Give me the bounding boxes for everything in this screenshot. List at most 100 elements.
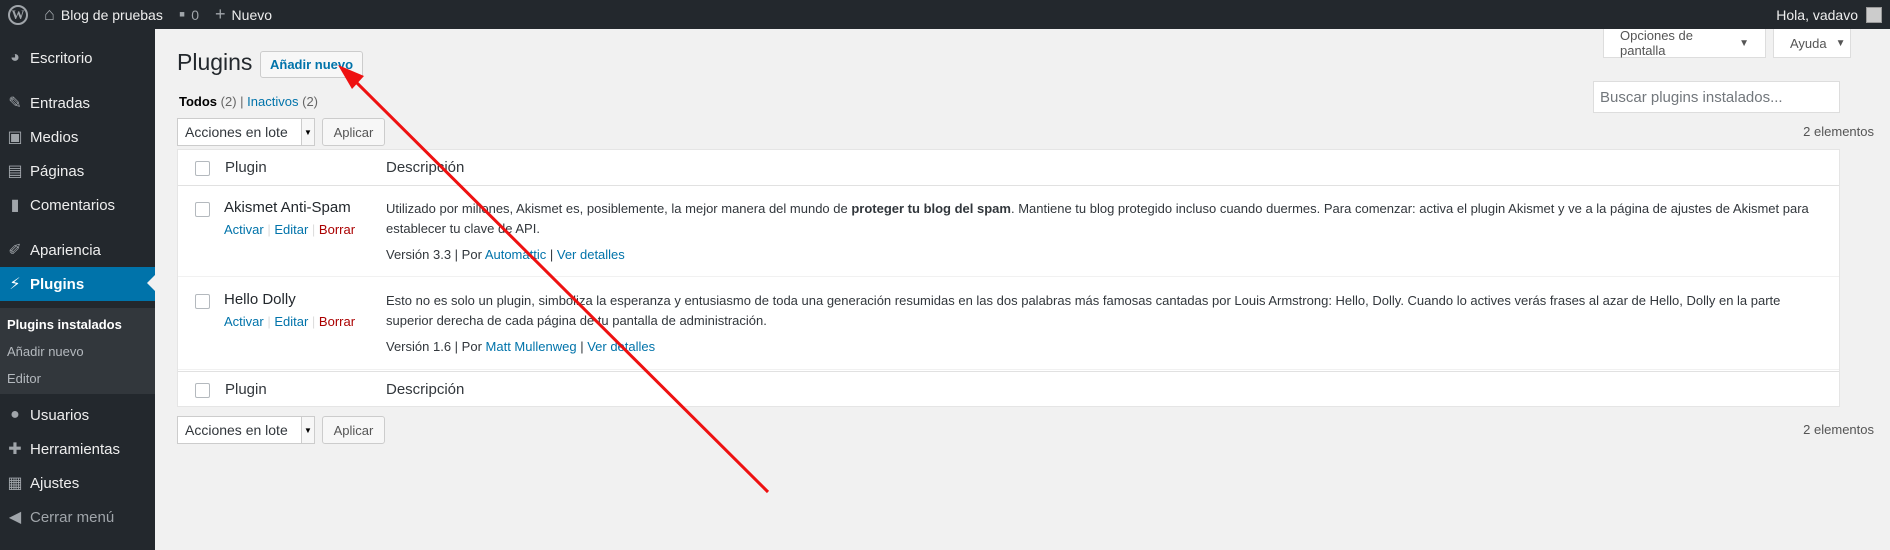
bulk-actions-select-bottom[interactable]: Acciones en lote ▼: [177, 416, 315, 444]
row-checkbox[interactable]: [195, 294, 210, 309]
plugins-submenu: Plugins instalados Añadir nuevo Editor: [0, 308, 155, 394]
comment-icon: ▮: [10, 197, 20, 214]
submenu-editor[interactable]: Editor: [7, 371, 41, 386]
select-arrow-icon: ▼: [301, 417, 314, 443]
plugin-description: Utilizado por millones, Akismet es, posi…: [386, 199, 1826, 239]
search-plugins-input[interactable]: Buscar plugins instalados...: [1593, 81, 1840, 113]
collapse-menu-label: Cerrar menú: [30, 508, 115, 526]
screen-options-label: Opciones de pantalla: [1620, 28, 1693, 58]
admin-bar: W ⌂ Blog de pruebas ▪ 0 + Nuevo Hola, va…: [0, 0, 1890, 29]
help-button[interactable]: Ayuda ▼: [1773, 29, 1851, 58]
filter-all[interactable]: Todos: [179, 94, 217, 109]
delete-link[interactable]: Borrar: [319, 222, 355, 237]
column-header-plugin[interactable]: Plugin: [225, 159, 267, 176]
plugin-meta: Versión 1.6 | Por Matt Mullenweg | Ver d…: [386, 339, 656, 354]
media-icon: ▣: [7, 129, 23, 146]
sidebar-item-label: Páginas: [30, 162, 85, 180]
plugin-version: Versión 3.3: [386, 247, 452, 262]
delete-link[interactable]: Borrar: [319, 314, 355, 329]
sidebar-item-label: Comentarios: [30, 196, 116, 214]
sidebar-item-plugins[interactable]: ⚡ Plugins: [0, 267, 155, 301]
sidebar-item-label: Plugins: [30, 275, 85, 293]
settings-icon: ▦: [7, 475, 23, 492]
sidebar-item-ajustes[interactable]: ▦ Ajustes: [0, 467, 155, 499]
user-icon: ●: [10, 406, 20, 423]
dashboard-icon: ◕: [10, 49, 20, 66]
sidebar-item-escritorio[interactable]: ◕ Escritorio: [0, 42, 155, 74]
collapse-menu-button[interactable]: ◀ Cerrar menú: [0, 501, 155, 533]
filter-inactive-count: (2): [302, 94, 318, 109]
column-footer-plugin[interactable]: Plugin: [225, 381, 267, 398]
wordpress-logo-icon[interactable]: W: [0, 0, 36, 29]
bulk-actions-value: Acciones en lote: [185, 124, 288, 140]
add-new-button[interactable]: Añadir nuevo: [260, 51, 364, 78]
plugin-icon: ⚡: [9, 276, 21, 293]
sidebar-item-usuarios[interactable]: ● Usuarios: [0, 399, 155, 431]
sidebar-item-medios[interactable]: ▣ Medios: [0, 121, 155, 153]
bulk-actions-select-top[interactable]: Acciones en lote ▼: [177, 118, 315, 146]
comment-bubble-icon: ▪: [178, 4, 186, 24]
plugins-table: Plugin Descripción Akismet Anti-Spam Act…: [177, 149, 1840, 407]
pin-icon: ✎: [8, 95, 22, 112]
submenu-anadir-nuevo[interactable]: Añadir nuevo: [7, 344, 84, 359]
plus-icon: +: [215, 4, 226, 24]
home-icon: ⌂: [44, 4, 55, 24]
site-name: Blog de pruebas: [60, 6, 163, 23]
table-row: Hello Dolly Activar | Editar | Borrar Es…: [178, 278, 1839, 370]
site-name-link[interactable]: ⌂ Blog de pruebas: [36, 0, 171, 29]
caret-down-icon: ▼: [1739, 37, 1749, 49]
select-all-checkbox[interactable]: [195, 161, 210, 176]
new-content-link[interactable]: + Nuevo: [207, 0, 280, 29]
sidebar-item-label: Medios: [30, 128, 79, 146]
admin-sidebar: ◕ Escritorio ✎ Entradas ▣ Medios ▤ Páginas ▮…: [0, 29, 155, 550]
my-account-link[interactable]: Hola, vadavo: [1768, 0, 1890, 29]
screen-options-button[interactable]: Opciones de pantalla ▼: [1603, 28, 1766, 58]
new-label: Nuevo: [231, 6, 273, 23]
items-count-top: 2 elementos: [1803, 124, 1874, 139]
comments-link[interactable]: ▪ 0: [171, 0, 207, 29]
sidebar-item-label: Ajustes: [30, 474, 80, 492]
edit-link[interactable]: Editar: [274, 314, 308, 329]
sidebar-item-label: Escritorio: [30, 49, 93, 67]
plugin-meta: Versión 3.3 | Por Automattic | Ver detal…: [386, 247, 625, 262]
status-filters: Todos (2) | Inactivos (2): [179, 94, 318, 109]
sidebar-item-apariencia[interactable]: ✐ Apariencia: [0, 234, 155, 266]
caret-down-icon: ▼: [1835, 37, 1846, 49]
filter-all-count: (2): [220, 94, 237, 109]
plugin-version: Versión 1.6: [386, 339, 452, 354]
activate-link[interactable]: Activar: [224, 314, 264, 329]
activate-link[interactable]: Activar: [224, 222, 264, 237]
view-details-link[interactable]: Ver detalles: [587, 339, 655, 354]
sidebar-item-paginas[interactable]: ▤ Páginas: [0, 155, 155, 187]
bulk-actions-value: Acciones en lote: [185, 422, 288, 438]
apply-button-top[interactable]: Aplicar: [322, 118, 385, 146]
avatar: [1866, 6, 1882, 23]
filter-inactive[interactable]: Inactivos: [247, 94, 298, 109]
sidebar-item-label: Entradas: [30, 94, 91, 112]
brush-icon: ✐: [8, 242, 22, 259]
sidebar-item-herramientas[interactable]: ✚ Herramientas: [0, 433, 155, 465]
sidebar-item-comentarios[interactable]: ▮ Comentarios: [0, 189, 155, 221]
wrench-icon: ✚: [8, 441, 22, 458]
sidebar-item-label: Usuarios: [30, 406, 90, 424]
sidebar-item-label: Herramientas: [30, 440, 121, 458]
plugin-description: Esto no es solo un plugin, simboliza la …: [386, 293, 1781, 328]
row-checkbox[interactable]: [195, 202, 210, 217]
page-title: Plugins: [177, 49, 253, 75]
apply-button-bottom[interactable]: Aplicar: [322, 416, 385, 444]
table-header: Plugin Descripción: [178, 150, 1839, 186]
by-label: Por: [461, 247, 482, 262]
view-details-link[interactable]: Ver detalles: [557, 247, 625, 262]
help-label: Ayuda: [1790, 35, 1827, 51]
items-count-bottom: 2 elementos: [1803, 422, 1874, 437]
author-link[interactable]: Matt Mullenweg: [486, 339, 577, 354]
author-link[interactable]: Automattic: [485, 247, 546, 262]
page-icon: ▤: [7, 163, 23, 180]
sidebar-item-entradas[interactable]: ✎ Entradas: [0, 87, 155, 119]
submenu-plugins-instalados[interactable]: Plugins instalados: [7, 317, 122, 332]
column-header-description: Descripción: [386, 159, 465, 176]
select-all-checkbox-footer[interactable]: [195, 383, 210, 398]
column-footer-description: Descripción: [386, 381, 465, 398]
edit-link[interactable]: Editar: [274, 222, 308, 237]
by-label: Por: [461, 339, 482, 354]
